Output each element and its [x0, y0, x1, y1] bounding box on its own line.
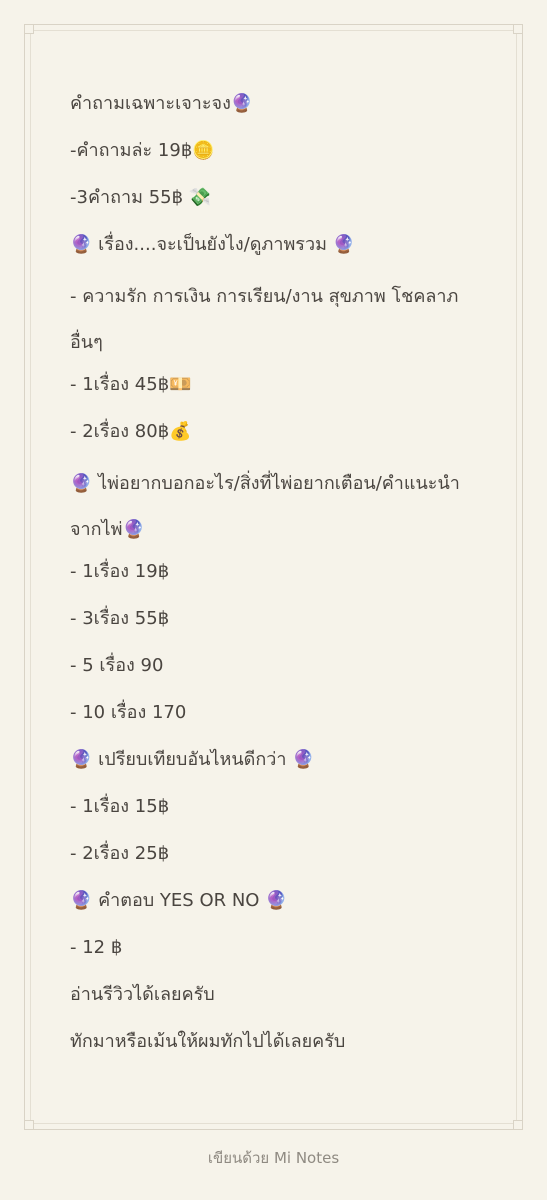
note-line-heading: 🔮 เรื่อง....จะเป็นยังไง/ดูภาพรวม 🔮	[70, 234, 356, 255]
frame-corner-top-left	[24, 24, 34, 34]
frame-corner-bottom-right	[513, 1120, 523, 1130]
footer-credit: เขียนด้วย Mi Notes	[207, 1149, 340, 1167]
note-line-heading: 🔮 คำตอบ YES OR NO 🔮	[70, 890, 288, 911]
note-line-price: - 1เรื่อง 45฿💴	[70, 374, 192, 395]
note-line-price: - 1เรื่อง 15฿	[70, 796, 170, 817]
note-line-price: -คำถามล่ะ 19฿🪙	[70, 140, 215, 161]
note-line-heading: 🔮 เปรียบเทียบอันไหนดีกว่า 🔮	[70, 749, 315, 770]
note-line-heading: คำถามเฉพาะเจาะจง🔮	[70, 93, 254, 114]
note-line-price: - 12 ฿	[70, 937, 123, 958]
note-line-text: อ่านรีวิวได้เลยครับ	[70, 984, 215, 1005]
note-line-price: - 1เรื่อง 19฿	[70, 561, 170, 582]
note-line-price: - 3เรื่อง 55฿	[70, 608, 170, 629]
note-line-topics: - ความรัก การเงิน การเรียน/งาน สุขภาพ โช…	[70, 286, 465, 353]
note-line-text: ทักมาหรือเม้นให้ผมทักไปได้เลยครับ	[70, 1031, 346, 1052]
note-line-heading: 🔮 ไพ่อยากบอกอะไร/สิ่งที่ไพ่อยากเตือน/คำแ…	[70, 473, 460, 540]
note-line-price: - 5 เรื่อง 90	[70, 655, 164, 676]
note-line-price: - 2เรื่อง 80฿💰	[70, 421, 192, 442]
note-body: คำถามเฉพาะเจาะจง🔮 -คำถามล่ะ 19฿🪙 -3คำถาม…	[70, 86, 490, 1071]
frame-corner-top-right	[513, 24, 523, 34]
note-line-price: - 2เรื่อง 25฿	[70, 843, 170, 864]
frame-corner-bottom-left	[24, 1120, 34, 1130]
note-line-price: - 10 เรื่อง 170	[70, 702, 187, 723]
note-line-price: -3คำถาม 55฿ 💸	[70, 187, 212, 208]
